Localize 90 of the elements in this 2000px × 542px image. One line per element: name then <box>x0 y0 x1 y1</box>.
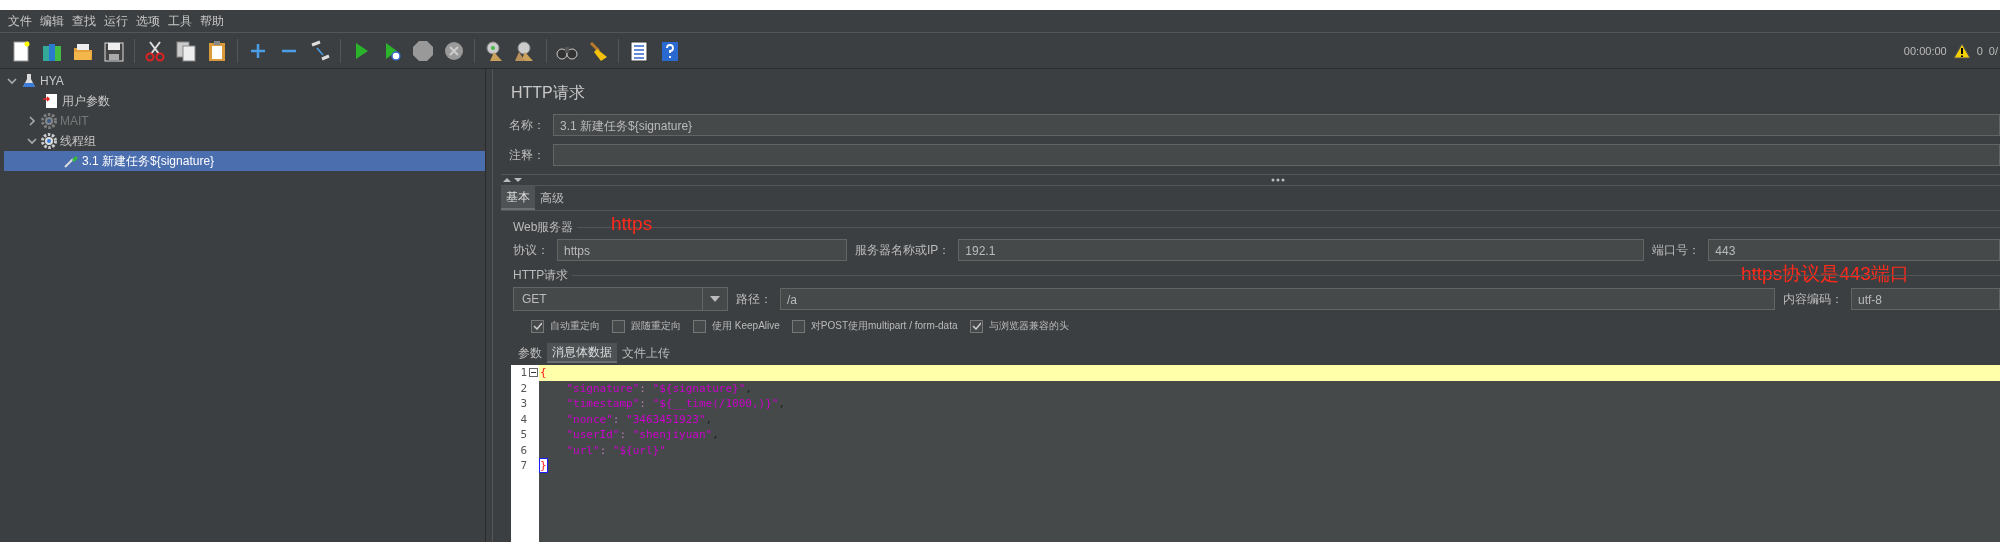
warning-icon[interactable] <box>1952 42 1971 59</box>
code-line: "nonce": "3463451923", <box>565 411 714 427</box>
checkbox-label: 与浏览器兼容的头 <box>988 319 1069 333</box>
panel-title: HTTP请求 <box>510 83 586 103</box>
broom-icon[interactable] <box>587 39 609 62</box>
warning-count: 0 <box>1976 44 1983 57</box>
pencil-arrow-icon[interactable] <box>309 39 331 62</box>
stop-icon[interactable] <box>412 39 434 62</box>
shutdown-icon[interactable] <box>443 39 465 62</box>
code-line: "url": "${url}" <box>565 442 667 458</box>
line-number: 2 <box>519 381 528 395</box>
copy-icon[interactable] <box>175 39 197 62</box>
method-dropdown[interactable]: GET <box>513 287 728 311</box>
group-legend: Web服务器 <box>513 218 574 236</box>
chevron-down-icon[interactable] <box>26 135 38 147</box>
help-icon[interactable] <box>659 39 681 62</box>
code-line: "signature": "${signature}", <box>565 380 753 396</box>
checkbox[interactable] <box>531 319 544 333</box>
checkbox-label: 自动重定向 <box>550 319 600 333</box>
checkbox[interactable] <box>693 319 706 333</box>
menu-item[interactable]: 工具 <box>164 12 196 30</box>
line-number: 3 <box>519 397 528 411</box>
tab[interactable]: 基本 <box>501 186 535 210</box>
annotation-text: https <box>611 213 653 235</box>
menu-item[interactable]: 选项 <box>132 12 164 30</box>
tab[interactable]: 参数 <box>513 343 547 363</box>
tree-label: 3.1 新建任务${signature} <box>82 152 215 170</box>
name-field[interactable]: 3.1 新建任务${signature} <box>553 114 2000 136</box>
line-number: 6 <box>519 443 528 457</box>
gear-icon <box>41 133 57 149</box>
tree-label: 线程组 <box>60 132 96 150</box>
menu-item[interactable]: 编辑 <box>36 12 68 30</box>
checkbox[interactable] <box>612 319 625 333</box>
checkbox[interactable] <box>791 319 805 333</box>
menu-item[interactable]: 查找 <box>68 12 100 30</box>
document-icon <box>43 93 59 109</box>
fold-icon[interactable] <box>529 368 538 378</box>
checkbox[interactable] <box>969 319 983 333</box>
tree-label: HYA <box>40 74 64 88</box>
save-icon[interactable] <box>103 39 125 62</box>
flask-icon <box>21 73 37 89</box>
field-label: 端口号： <box>1652 241 1701 259</box>
tree-label: MAIT <box>60 114 89 128</box>
line-number: 5 <box>519 428 528 442</box>
thread-count: 0/ <box>1988 44 1998 57</box>
protocol-field[interactable]: https <box>557 239 847 261</box>
comment-field[interactable] <box>553 144 2000 166</box>
tab[interactable]: 文件上传 <box>617 343 675 363</box>
scissors-icon[interactable] <box>144 39 166 62</box>
check-icon <box>971 322 981 330</box>
new-document-icon[interactable] <box>10 39 32 62</box>
tab[interactable]: 消息体数据 <box>547 343 617 363</box>
line-number: 4 <box>519 412 528 426</box>
paste-icon[interactable] <box>206 39 228 62</box>
collapse-arrows-icon[interactable] <box>501 176 523 184</box>
field-label: 名称： <box>509 116 545 134</box>
tree-item[interactable]: 线程组 <box>0 131 485 151</box>
port-field[interactable]: 443 <box>1708 239 2000 261</box>
field-label: 服务器名称或IP： <box>855 241 951 259</box>
menu-item[interactable]: 帮助 <box>196 12 228 30</box>
tab[interactable]: 高级 <box>535 186 569 210</box>
checkbox-label: 使用 KeepAlive <box>712 319 780 333</box>
field-label: 协议： <box>513 241 549 259</box>
tree-item[interactable]: HYA <box>0 71 485 91</box>
pipette-icon <box>63 153 79 169</box>
code-line: "userId": "shenjiyuan", <box>565 427 720 443</box>
field-label: 内容编码： <box>1783 290 1843 308</box>
field-label: 注释： <box>509 146 545 164</box>
gear-icon <box>41 113 57 129</box>
encoding-field[interactable]: utf-8 <box>1851 288 2000 310</box>
server-field[interactable]: 192.1 <box>958 239 1645 261</box>
menu-item[interactable]: 文件 <box>4 12 36 30</box>
menu-item[interactable]: 运行 <box>100 12 132 30</box>
checkbox-label: 对POST使用multipart / form-data <box>810 319 958 333</box>
tree-item[interactable]: 3.1 新建任务${signature} <box>4 151 485 171</box>
checkbox-label: 跟随重定向 <box>631 319 681 333</box>
list-icon[interactable] <box>628 39 650 62</box>
group-legend: HTTP请求 <box>513 266 569 284</box>
caret-down-icon <box>710 296 720 302</box>
chevron-down-icon[interactable] <box>6 75 18 87</box>
line-number: 7 <box>519 459 528 473</box>
check-icon <box>533 322 542 330</box>
tree-label: 用户参数 <box>62 92 110 110</box>
line-number: 1 <box>519 366 528 380</box>
field-label: 路径： <box>736 290 772 308</box>
tree-item[interactable]: 用户参数 <box>0 91 485 111</box>
code-line: "timestamp": "${__time(/1000,)}", <box>565 396 787 412</box>
drag-handle-icon[interactable] <box>1271 178 1285 182</box>
elapsed-time: 00:00:00 <box>1903 44 1947 57</box>
path-field[interactable]: /a <box>780 288 1775 310</box>
